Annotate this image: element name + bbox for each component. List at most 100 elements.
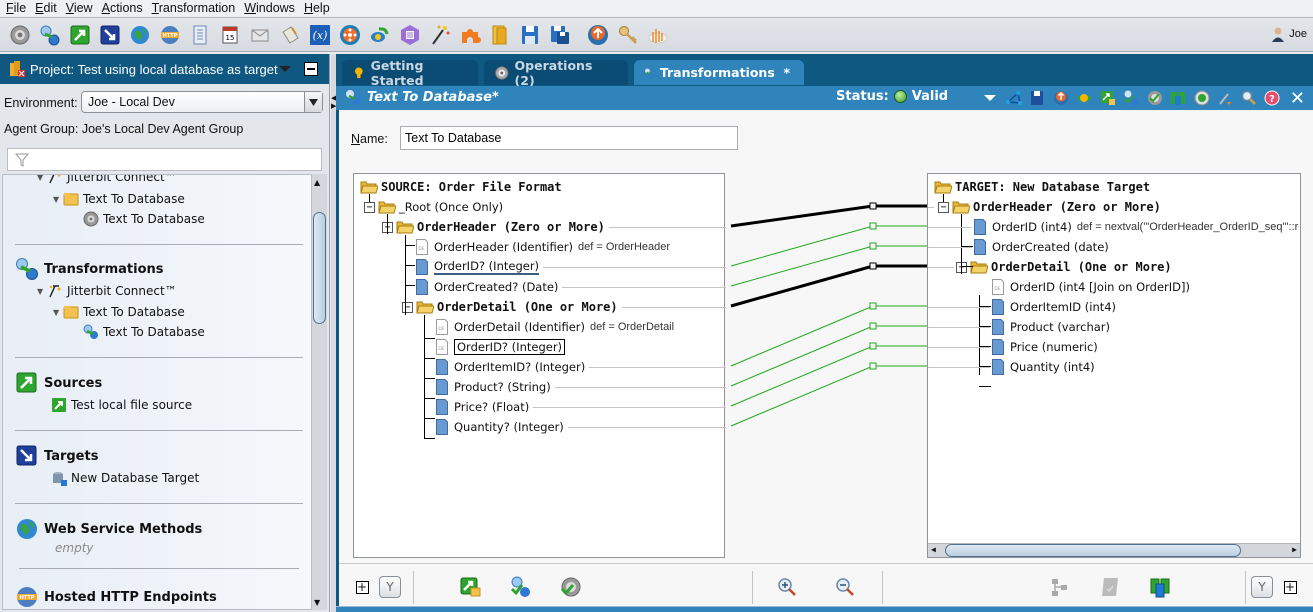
validate-operation-button[interactable] [559, 576, 581, 598]
field-mapping-line[interactable] [730, 345, 928, 407]
list-icon[interactable] [399, 24, 421, 46]
source-field-node[interactable]: DE OrderID? (Integer) [436, 338, 566, 356]
target-icon[interactable] [99, 24, 121, 46]
filter-source-button[interactable]: Y [379, 576, 401, 598]
tree-scrollbar[interactable]: ▲ ▼ [312, 174, 327, 610]
zoom-out-button[interactable] [834, 576, 856, 598]
name-input[interactable] [400, 126, 738, 150]
mapping-handle[interactable] [869, 222, 877, 230]
validate-transformation-button[interactable] [509, 576, 531, 598]
mapping-handle[interactable] [869, 342, 877, 350]
expand-triangle-icon[interactable]: ▼ [37, 175, 47, 182]
target-field-node[interactable]: OrderCreated (date) [974, 238, 1109, 256]
loop-mapping-line[interactable] [730, 204, 928, 228]
filter-target-button[interactable]: Y [1251, 576, 1273, 598]
schedule-icon[interactable]: 15 [219, 24, 241, 46]
collapse-icon[interactable]: − [938, 201, 949, 213]
minimize-panel-button[interactable] [304, 62, 318, 76]
mapping-handle[interactable] [869, 302, 877, 310]
menu-file[interactable]: FFileile [6, 1, 26, 15]
tree-item-jitterbit-connect[interactable]: ▼ Jitterbit Connect™ [37, 175, 177, 185]
target-folder-node[interactable]: − OrderHeader (Zero or More) [938, 198, 1161, 216]
tree-item-source[interactable]: Test local file source [51, 397, 192, 413]
collapse-icon[interactable]: − [364, 201, 375, 213]
source-field-node[interactable]: Price? (Float) [436, 398, 529, 416]
mapping-table-icon[interactable] [1169, 89, 1187, 107]
menu-edit[interactable]: Edit [35, 1, 57, 15]
expand-all-target-button[interactable]: + [1279, 576, 1301, 598]
document-icon[interactable] [189, 24, 211, 46]
tree-item-operation[interactable]: Text To Database [83, 211, 205, 227]
save-icon[interactable] [1028, 89, 1046, 107]
menu-windows[interactable]: Windows [244, 1, 295, 15]
field-mapping-line[interactable] [730, 325, 928, 387]
expand-triangle-icon[interactable]: ▼ [53, 195, 63, 204]
magic-wand-icon[interactable] [429, 24, 451, 46]
source-field-node[interactable]: OrderItemID? (Integer) [436, 358, 585, 376]
http-endpoint-icon[interactable]: HTTP [159, 24, 181, 46]
deploy-icon[interactable] [369, 24, 391, 46]
target-field-node[interactable]: OrderID (int4) def = nextval('"OrderHeade… [974, 218, 1298, 236]
global-variable-icon[interactable]: (x) [309, 24, 331, 46]
key-icon[interactable] [617, 24, 639, 46]
operation-icon[interactable] [9, 24, 31, 46]
tab-operations[interactable]: Operations (2) [484, 58, 628, 88]
section-transformations[interactable]: Transformations [15, 257, 164, 281]
deploy-icon[interactable] [1052, 89, 1070, 107]
chevron-down-icon[interactable] [304, 92, 322, 112]
scroll-up-icon[interactable]: ▲ [314, 178, 320, 187]
expand-triangle-icon[interactable]: ▼ [53, 308, 63, 317]
target-root[interactable]: TARGET: New Database Target [934, 178, 1150, 196]
menu-view[interactable]: View [66, 1, 93, 15]
tree-item-transformation-folder[interactable]: ▼ Text To Database [53, 304, 185, 320]
search-icon[interactable] [1240, 89, 1258, 107]
mapping-handle[interactable] [869, 362, 877, 370]
plugin-icon[interactable] [459, 24, 481, 46]
loop-mapping-line[interactable] [730, 264, 928, 308]
mapping-handle[interactable] [869, 322, 877, 330]
close-icon[interactable]: ✕ [1290, 88, 1305, 109]
user-menu[interactable]: Joe [1271, 26, 1307, 42]
target-field-node[interactable]: Product (varchar) [992, 318, 1110, 336]
mapping-handle[interactable] [869, 202, 877, 210]
source-icon[interactable] [69, 24, 91, 46]
save-all-icon[interactable] [549, 24, 571, 46]
tree-item-transformation[interactable]: Text To Database [83, 324, 205, 340]
tree-item-operation-folder[interactable]: ▼ Text To Database [53, 191, 185, 207]
transformation-icon[interactable] [39, 24, 61, 46]
tree-item-target[interactable]: New Database Target [51, 470, 199, 486]
mapping-handle[interactable] [869, 242, 877, 250]
help-icon[interactable]: ? [1263, 89, 1281, 107]
connector-icon[interactable] [339, 24, 361, 46]
folder-icon[interactable] [489, 24, 511, 46]
email-icon[interactable] [249, 24, 271, 46]
test-icon[interactable] [1075, 89, 1093, 107]
cloud-icon[interactable] [647, 24, 669, 46]
section-hosted-http-endpoints[interactable]: HTTP Hosted HTTP Endpoints [15, 585, 217, 609]
field-mapping-line[interactable] [730, 365, 928, 427]
collapse-icon[interactable]: − [402, 301, 413, 313]
scroll-right-icon[interactable]: ▶ [1292, 545, 1297, 554]
source-field-node[interactable]: OrderID? (Integer) [416, 258, 540, 276]
document-check-button[interactable] [1099, 576, 1121, 598]
scroll-down-icon[interactable]: ▼ [314, 598, 320, 607]
scrollbar-thumb[interactable] [313, 212, 326, 324]
deploy-upload-icon[interactable] [587, 24, 609, 46]
tab-transformations[interactable]: Transformations * [634, 60, 804, 85]
tab-getting-started[interactable]: Getting Started [342, 58, 478, 88]
source-field-node[interactable]: OrderCreated? (Date) [416, 278, 558, 296]
refresh-icon[interactable] [1193, 89, 1211, 107]
source-field-node[interactable]: DE OrderDetail (Identifier) def = OrderDet… [436, 318, 674, 336]
expand-all-source-button[interactable]: + [351, 576, 373, 598]
source-edit-icon[interactable] [1099, 89, 1117, 107]
project-dropdown-icon[interactable] [279, 65, 291, 73]
tree-item-jitterbit-connect[interactable]: ▼ Jitterbit Connect™ [37, 283, 177, 299]
source-field-node[interactable]: Quantity? (Integer) [436, 418, 564, 436]
field-mapping-line[interactable] [730, 305, 928, 367]
wrench-icon[interactable] [1216, 89, 1234, 107]
mapping-table-button[interactable] [1149, 576, 1171, 598]
target-folder-node[interactable]: −OrderDetail (One or More) [956, 258, 1172, 276]
menu-help[interactable]: Help [304, 1, 330, 15]
expand-triangle-icon[interactable]: ▼ [37, 287, 47, 296]
target-field-node[interactable]: Quantity (int4) [992, 358, 1095, 376]
